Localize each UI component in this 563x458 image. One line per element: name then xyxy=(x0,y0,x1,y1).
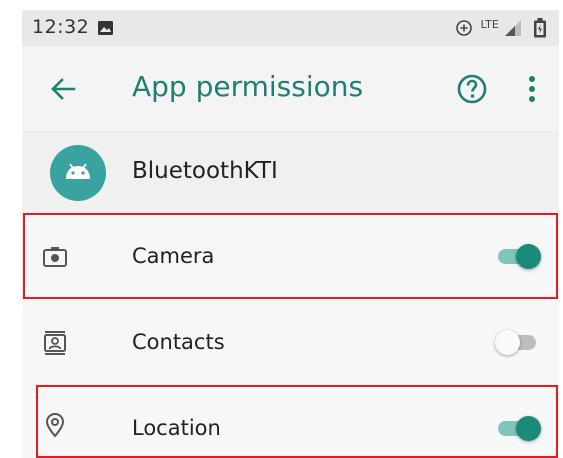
permission-label: Contacts xyxy=(132,330,225,354)
permission-row-location[interactable]: Location xyxy=(22,386,559,458)
permission-label: Camera xyxy=(132,244,215,268)
status-bar: 12:32 LTE xyxy=(22,10,559,46)
android-app-icon xyxy=(50,145,106,201)
permission-row-camera[interactable]: Camera xyxy=(22,214,559,298)
app-header: BluetoothKTI xyxy=(22,134,559,212)
battery-icon xyxy=(534,17,546,37)
permission-row-contacts[interactable]: Contacts xyxy=(22,300,559,384)
toggle-thumb xyxy=(516,244,541,269)
data-saver-icon xyxy=(456,19,473,36)
app-bar: App permissions xyxy=(22,46,559,133)
help-icon[interactable] xyxy=(456,73,488,105)
app-name: BluetoothKTI xyxy=(132,158,278,184)
camera-permission-toggle[interactable] xyxy=(496,242,542,270)
more-options-icon[interactable] xyxy=(526,74,538,104)
status-time: 12:32 xyxy=(32,16,90,38)
phone-screen: 12:32 LTE App permissions BluetoothKTI C… xyxy=(22,10,559,458)
image-notification-icon xyxy=(98,21,113,35)
location-icon xyxy=(45,412,65,438)
toggle-thumb xyxy=(516,416,541,441)
page-title: App permissions xyxy=(132,70,364,103)
contacts-icon xyxy=(44,331,66,355)
network-type-label: LTE xyxy=(480,18,499,31)
back-arrow-icon[interactable] xyxy=(48,74,78,104)
permission-label: Location xyxy=(132,416,221,440)
signal-icon xyxy=(504,19,521,36)
contacts-permission-toggle[interactable] xyxy=(495,328,542,356)
camera-icon xyxy=(43,247,67,267)
status-icons: LTE xyxy=(455,17,547,39)
location-permission-toggle[interactable] xyxy=(496,414,542,442)
toggle-thumb xyxy=(495,330,520,355)
